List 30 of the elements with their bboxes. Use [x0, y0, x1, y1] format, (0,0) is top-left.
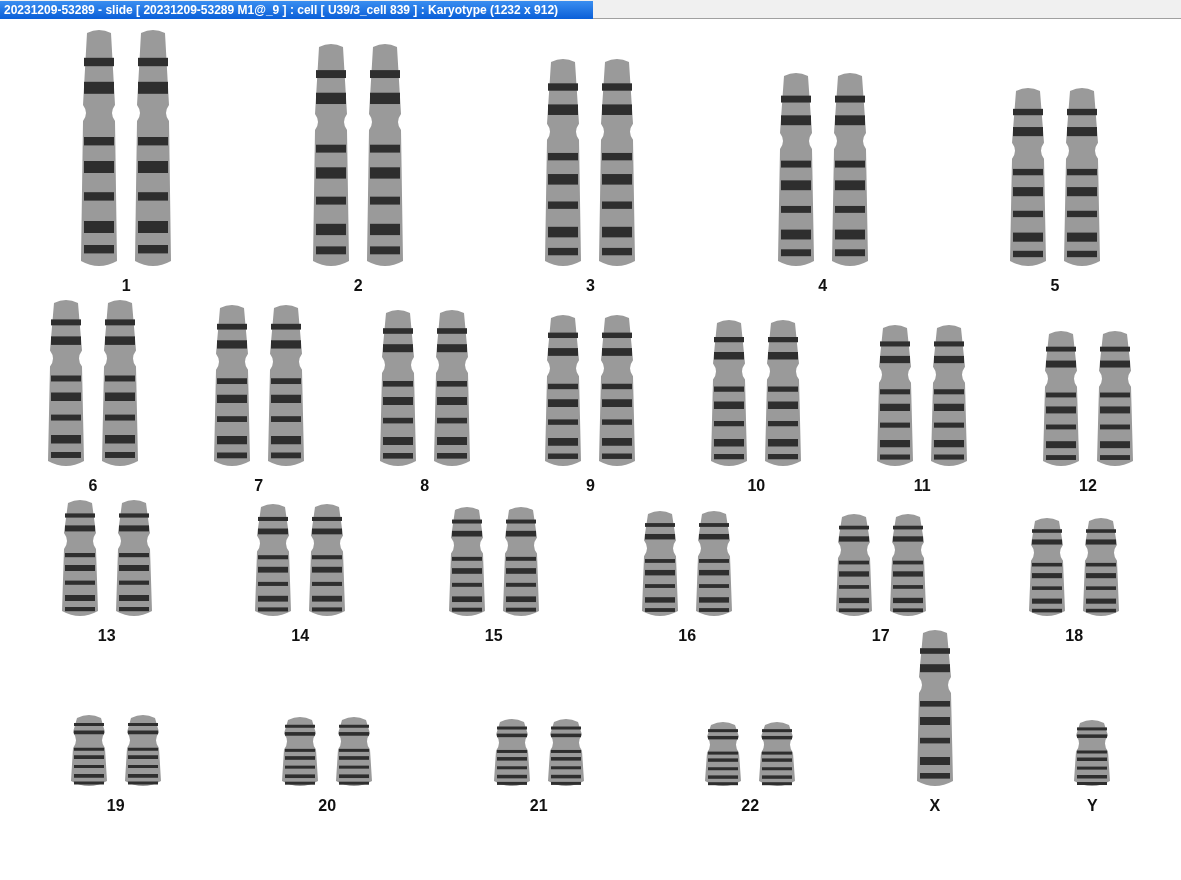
chromosome-label: 17 — [871, 627, 890, 645]
chromosome-label: 18 — [1065, 627, 1084, 645]
chromosome-label: 12 — [1079, 477, 1097, 495]
chromosome-label: X — [929, 797, 941, 815]
chromosome-label: 2 — [353, 277, 363, 295]
chromosome-label: 13 — [97, 627, 116, 645]
chromosome-label: 11 — [913, 477, 931, 495]
chromosome-label: 19 — [106, 797, 125, 815]
chromosome-label: 20 — [318, 797, 337, 815]
chromosome-label: 1 — [121, 277, 131, 295]
chromosome-label: Y — [1086, 797, 1098, 815]
chromosome-label: 14 — [291, 627, 310, 645]
chromosome-label: 15 — [484, 627, 503, 645]
chromosome-label: 9 — [586, 477, 595, 495]
window-title: 20231209-53289 - slide [ 20231209-53289 M1@_9 ] : cell [ U39/3_cell 839 ] : Karyotype (1232 x 912) — [0, 1, 593, 19]
chromosome-label: 10 — [747, 477, 766, 495]
chromosome-label: 4 — [818, 277, 828, 295]
chromosome-label: 8 — [420, 477, 430, 495]
chromosome-label: 22 — [741, 797, 760, 815]
chromosome-label: 16 — [678, 627, 697, 645]
chromosome-label: 7 — [254, 477, 264, 495]
chromosome-drawing — [491, 718, 532, 789]
chromosome-label: 6 — [88, 477, 98, 495]
chromosome-drawing — [1072, 719, 1113, 789]
chromosome-label: 5 — [1050, 277, 1060, 295]
chromosome-drawing — [757, 721, 798, 789]
chromosome-label: 3 — [586, 277, 595, 295]
chromosome-label: 21 — [529, 797, 548, 815]
chromosome-drawing — [545, 718, 586, 789]
chromosome-drawing — [703, 721, 744, 789]
